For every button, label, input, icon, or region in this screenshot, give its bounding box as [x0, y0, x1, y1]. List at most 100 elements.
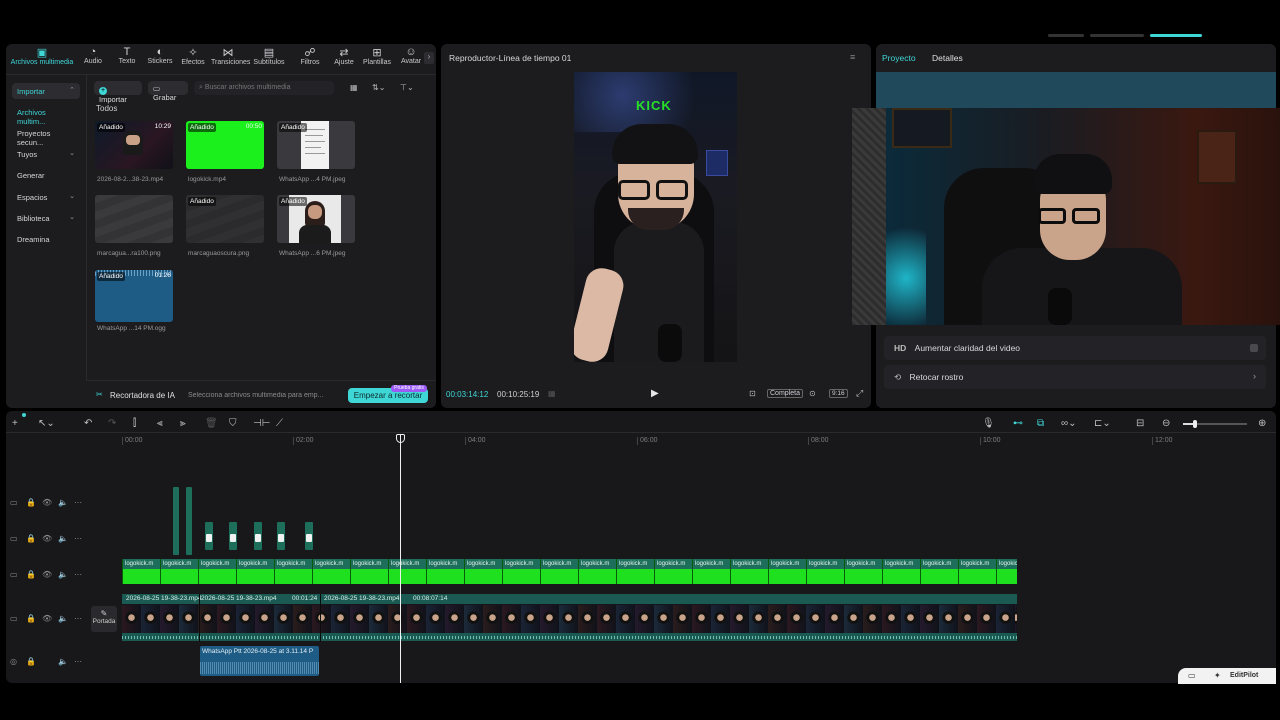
tab-templates[interactable]: ⊞ Plantillas	[360, 46, 394, 66]
logokick-clip[interactable]: logokick.m	[198, 559, 236, 584]
freeze-frame-icon[interactable]: ⊣⊢	[253, 418, 270, 429]
sidebar-item-1[interactable]: Archivos multim...	[12, 104, 80, 126]
more-icon[interactable]: ⋯	[74, 614, 82, 623]
tab-filters[interactable]: ☍ Filtros	[293, 46, 327, 66]
main-track-magnet-icon[interactable]: ⊷	[1013, 418, 1023, 429]
eye-icon[interactable]: 👁	[42, 570, 52, 579]
logokick-clip[interactable]: logokick.m	[806, 559, 844, 584]
speaker-icon[interactable]: 🔈	[58, 534, 68, 543]
floating-widget[interactable]: ▭ ✦ EditPilot	[1178, 668, 1276, 684]
logokick-clip[interactable]: logokick.m	[654, 559, 692, 584]
logokick-clip[interactable]: logokick.m	[996, 559, 1017, 584]
menu-icon[interactable]: ≡	[850, 52, 855, 62]
video-preview[interactable]: KICK	[574, 72, 737, 362]
speaker-icon[interactable]: 🔈	[58, 570, 68, 579]
shield-icon[interactable]: ⛉	[229, 418, 237, 429]
media-thumb-photo[interactable]: Añadido	[277, 195, 355, 243]
sidebar-item-7[interactable]: Dreamina	[12, 231, 80, 247]
logokick-clip[interactable]: logokick.m	[768, 559, 806, 584]
more-icon[interactable]: ⋯	[74, 498, 82, 507]
lock-icon[interactable]: 🔒	[26, 498, 36, 507]
cover-button[interactable]: ✎ Portada	[91, 606, 117, 632]
enhance-clarity-row[interactable]: HD Aumentar claridad del video	[884, 336, 1266, 360]
sidebar-item-4[interactable]: Generar	[12, 167, 80, 183]
tab-adjust[interactable]: ⇄ Ajuste	[327, 46, 361, 66]
preview-axis-icon[interactable]: ⊏⌄	[1094, 418, 1111, 429]
undo-icon[interactable]: ↶	[84, 418, 92, 429]
chat-icon[interactable]: ▭	[1188, 671, 1196, 680]
logokick-clip[interactable]: logokick.m	[464, 559, 502, 584]
more-icon[interactable]: ⋯	[74, 534, 82, 543]
lock-icon[interactable]: 🔒	[26, 657, 36, 666]
sticker-clip[interactable]	[277, 522, 285, 550]
fullscreen-icon[interactable]: ⤢	[856, 388, 863, 399]
text-clip[interactable]	[186, 487, 192, 555]
sidebar-item-0[interactable]: Importar ⌃	[12, 83, 80, 99]
media-thumb-green[interactable]: Añadido 00:50	[186, 121, 264, 169]
timecode-grid-icon[interactable]: ▦	[548, 389, 556, 398]
caption-icon[interactable]: ⊟	[1136, 418, 1144, 429]
crop-icon[interactable]: ⊡	[749, 389, 756, 398]
filter-all-label[interactable]: Todos	[96, 104, 117, 113]
logokick-clip[interactable]: logokick.m	[350, 559, 388, 584]
toolbar-scroll-right[interactable]: ›	[424, 52, 434, 64]
sort-icon[interactable]: ⇅⌄	[372, 83, 385, 92]
play-icon[interactable]: ▶	[651, 388, 659, 399]
zoom-slider-handle[interactable]	[1193, 420, 1197, 428]
media-thumb-video[interactable]: Añadido 10:29	[95, 121, 173, 169]
tab-media[interactable]: ▣ Archivos multimedia	[8, 46, 76, 66]
magic-wand-icon[interactable]: ⟋	[276, 418, 283, 429]
tab-details[interactable]: Detalles	[932, 53, 963, 63]
tab-text[interactable]: T Texto	[110, 46, 144, 65]
tab-effects[interactable]: ✧ Efectos	[176, 46, 210, 66]
sidebar-item-3[interactable]: Tuyos ⌄	[12, 146, 80, 162]
eye-icon[interactable]: 👁	[42, 614, 52, 623]
logokick-clip[interactable]: logokick.m	[312, 559, 350, 584]
tab-subtitles[interactable]: ▤ Subtítulos	[252, 46, 286, 66]
window-control[interactable]	[1090, 34, 1144, 37]
speaker-icon[interactable]: 🔈	[58, 657, 68, 666]
media-thumb-document[interactable]: Añadido	[277, 121, 355, 169]
text-clip[interactable]	[173, 487, 179, 555]
redo-icon[interactable]: ↷	[108, 418, 116, 429]
auto-snap-icon[interactable]: ⧉	[1037, 418, 1044, 429]
logokick-clip[interactable]: logokick.m	[882, 559, 920, 584]
export-button[interactable]	[1150, 34, 1202, 37]
select-tool-icon[interactable]: ↖⌄	[38, 418, 55, 429]
logokick-clip[interactable]: logokick.m	[578, 559, 616, 584]
link-icon[interactable]: ∞⌄	[1061, 418, 1077, 429]
editpilot-label[interactable]: EditPilot	[1230, 672, 1258, 679]
sticker-clip[interactable]	[254, 522, 262, 550]
split-icon[interactable]: ⫿	[133, 418, 136, 429]
split-left-icon[interactable]: ⫷	[157, 418, 163, 429]
playhead[interactable]	[400, 434, 401, 683]
speaker-icon[interactable]: 🔈	[58, 498, 68, 507]
logokick-clip[interactable]: logokick.m	[844, 559, 882, 584]
ratio-dropdown[interactable]: 9:16	[829, 389, 848, 398]
quality-dropdown[interactable]: Completa	[767, 389, 803, 398]
logokick-clip[interactable]: logokick.m	[426, 559, 464, 584]
tab-avatar[interactable]: ☺ Avatar	[394, 46, 428, 65]
logokick-clip[interactable]: logokick.m	[540, 559, 578, 584]
logokick-clip[interactable]: logokick.m	[920, 559, 958, 584]
media-thumb-watermark-dark[interactable]: Añadido	[186, 195, 264, 243]
more-icon[interactable]: ⋯	[74, 570, 82, 579]
media-thumb-audio[interactable]: Añadido 01:26	[95, 270, 173, 322]
sidebar-item-2[interactable]: Proyectos secun...	[12, 125, 80, 147]
add-track-icon[interactable]: +	[12, 418, 18, 429]
window-control[interactable]	[1048, 34, 1084, 37]
speaker-icon[interactable]: 🔈	[58, 614, 68, 623]
logokick-clip[interactable]: logokick.m	[692, 559, 730, 584]
media-thumb-watermark[interactable]	[95, 195, 173, 243]
grid-view-icon[interactable]: ▦	[350, 83, 358, 92]
face-retouch-row[interactable]: ⟲ Retocar rostro ›	[884, 365, 1266, 389]
logokick-clip[interactable]: logokick.m	[958, 559, 996, 584]
tab-audio[interactable]: ◔ Audio	[76, 46, 110, 65]
delete-icon[interactable]: 🗑	[205, 418, 218, 429]
split-right-icon[interactable]: ⫸	[180, 418, 186, 429]
sticker-clip[interactable]	[305, 522, 313, 550]
eye-icon[interactable]: 👁	[42, 498, 52, 507]
zoom-out-icon[interactable]: ⊖	[1162, 418, 1170, 429]
logokick-clip[interactable]: logokick.m	[236, 559, 274, 584]
tab-sticker[interactable]: ◐ Stickers	[143, 46, 177, 65]
